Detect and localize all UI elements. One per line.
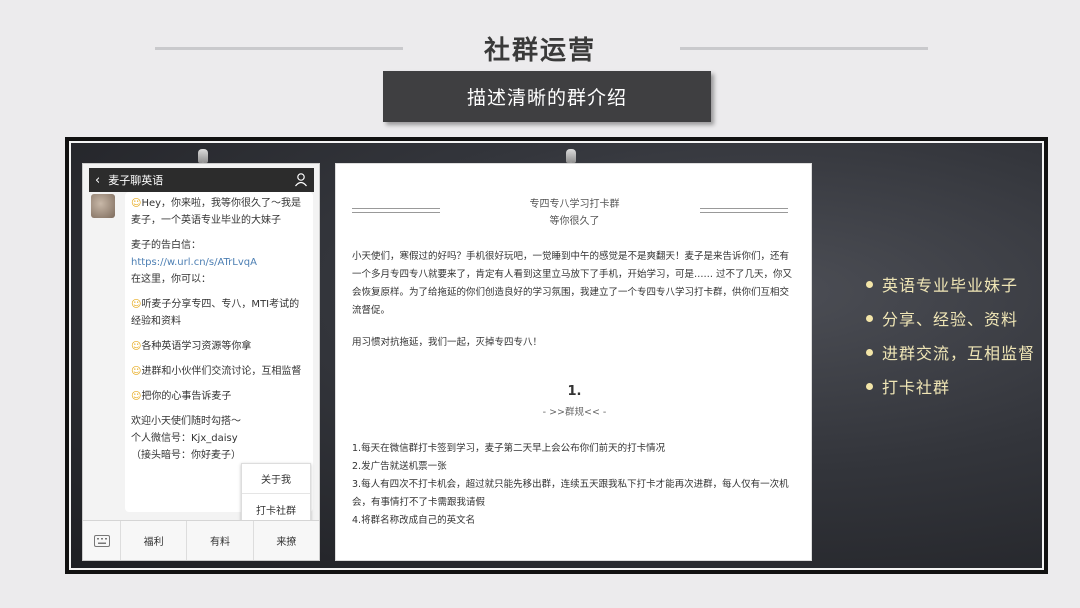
msg-line: 欢迎小天使们随时勾搭～: [131, 416, 241, 427]
bullet-text: 进群交流，互相监督: [882, 344, 1036, 363]
pin-icon: [198, 149, 208, 166]
bullet-item: 进群交流，互相监督: [866, 335, 1042, 369]
bullet-dot-icon: [866, 348, 873, 356]
doc-divider-right: [700, 208, 788, 213]
slide-subtitle: 描述清晰的群介绍: [383, 71, 711, 122]
avatar: [91, 194, 115, 218]
chalkboard: ‹ 麦子聊英语 ☺Hey，你来啦，我等你很久了～我是麦子，一个英语专业毕业的大妹…: [65, 137, 1048, 574]
smile-emoji-icon: ☺: [131, 198, 142, 209]
chat-bottom-bar: 福利 有料 来撩: [83, 520, 319, 560]
bullet-text: 英语专业毕业妹子: [882, 276, 1019, 295]
bullet-dot-icon: [866, 382, 873, 390]
keyboard-icon[interactable]: [83, 521, 121, 560]
tab-benefits[interactable]: 福利: [121, 521, 188, 560]
smile-emoji-icon: ☺: [131, 391, 142, 402]
doc-body: 小天使们，寒假过的好吗？手机很好玩吧，一觉睡到中午的感觉是不是爽翻天！麦子是来告…: [352, 248, 798, 366]
rule-number: 1.: [567, 384, 582, 399]
doc-title-line: 等你很久了: [549, 216, 600, 227]
msg-line: Hey，你来啦，我等你很久了～我是麦子，一个英语专业毕业的大妹子: [131, 198, 302, 226]
chalkboard-surface: ‹ 麦子聊英语 ☺Hey，你来啦，我等你很久了～我是麦子，一个英语专业毕业的大妹…: [69, 141, 1044, 570]
back-icon[interactable]: ‹: [95, 173, 100, 188]
msg-line: （接头暗号：你好麦子）: [131, 450, 241, 461]
rule-item: 2.发广告就送机票一张: [352, 461, 447, 472]
smile-emoji-icon: ☺: [131, 299, 142, 310]
doc-title-line: 专四专八学习打卡群: [529, 199, 620, 210]
bullet-dot-icon: [866, 314, 873, 322]
chat-title: 麦子聊英语: [108, 174, 164, 187]
slide-title: 社群运营: [483, 36, 596, 66]
message-link[interactable]: https://w.url.cn/s/ATrLvqA: [131, 257, 257, 268]
msg-line: 把你的心事告诉麦子: [141, 391, 232, 402]
doc-paragraph: 小天使们，寒假过的好吗？手机很好玩吧，一觉睡到中午的感觉是不是爽翻天！麦子是来告…: [352, 251, 793, 316]
rules-list: 1.每天在微信群打卡签到学习，麦子第二天早上会公布你们前天的打卡情况 2.发广告…: [352, 440, 798, 530]
msg-line: 听麦子分享专四、专八，MTI考试的经验和资料: [131, 299, 300, 327]
msg-line: 在这里，你可以：: [131, 274, 211, 285]
tab-content[interactable]: 有料: [187, 521, 254, 560]
doc-title: 专四专八学习打卡群 等你很久了: [476, 196, 673, 230]
title-divider-left: [155, 47, 403, 50]
bullet-text: 打卡社群: [882, 378, 951, 397]
bullet-item: 打卡社群: [866, 369, 1042, 403]
doc-divider-left: [352, 208, 440, 213]
menu-popup: 关于我 打卡社群: [241, 463, 311, 523]
rule-item: 1.每天在微信群打卡签到学习，麦子第二天早上会公布你们前天的打卡情况: [352, 443, 666, 454]
chat-header: ‹ 麦子聊英语: [89, 168, 314, 192]
bullet-dot-icon: [866, 280, 873, 288]
feature-bullets: 英语专业毕业妹子 分享、经验、资料 进群交流，互相监督 打卡社群: [866, 267, 1042, 403]
menu-item-about[interactable]: 关于我: [242, 464, 310, 494]
rule-item: 4.将群名称改成自己的英文名: [352, 515, 476, 526]
phone-screenshot: ‹ 麦子聊英语 ☺Hey，你来啦，我等你很久了～我是麦子，一个英语专业毕业的大妹…: [82, 163, 320, 561]
msg-line: 进群和小伙伴们交流讨论，互相监督: [141, 366, 302, 377]
bullet-item: 英语专业毕业妹子: [866, 267, 1042, 301]
pin-icon: [566, 149, 576, 166]
smile-emoji-icon: ☺: [131, 366, 142, 377]
bullet-item: 分享、经验、资料: [866, 301, 1042, 335]
group-intro-document: 专四专八学习打卡群 等你很久了 小天使们，寒假过的好吗？手机很好玩吧，一觉睡到中…: [335, 163, 812, 561]
msg-line: 各种英语学习资源等你拿: [141, 341, 252, 352]
user-icon[interactable]: [294, 172, 308, 187]
msg-line: 麦子的告白信：: [131, 240, 201, 251]
doc-paragraph: 用习惯对抗拖延，我们一起，灭掉专四专八！: [352, 337, 543, 348]
title-divider-right: [680, 47, 928, 50]
rule-item: 3.每人有四次不打卡机会，超过就只能先移出群，连续五天跟我私下打卡才能再次进群，…: [352, 479, 789, 508]
msg-line: 个人微信号：Kjx_daisy: [131, 433, 238, 444]
bullet-text: 分享、经验、资料: [882, 310, 1019, 329]
rule-heading: - >>群规<< -: [542, 407, 607, 418]
tab-chat[interactable]: 来撩: [254, 521, 319, 560]
smile-emoji-icon: ☺: [131, 341, 142, 352]
